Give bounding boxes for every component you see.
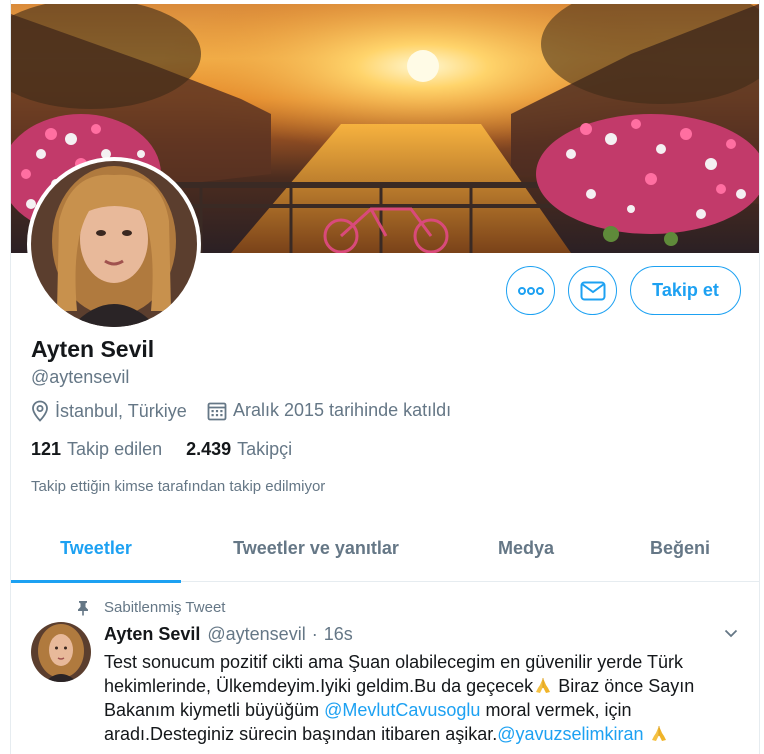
profile-handle: @aytensevil bbox=[31, 367, 130, 387]
tweet-header: Ayten Sevil @aytensevil · 16s bbox=[104, 624, 353, 645]
joined-text: Aralık 2015 tarihinde katıldı bbox=[233, 400, 452, 420]
message-button[interactable] bbox=[568, 266, 617, 315]
folded-hands-icon bbox=[536, 678, 551, 693]
followers-label: Takipçi bbox=[237, 439, 293, 459]
tab-likes[interactable]: Beğeni bbox=[601, 515, 759, 582]
tab-media[interactable]: Medya bbox=[451, 515, 601, 582]
tweet-author-avatar[interactable] bbox=[31, 622, 91, 682]
pinned-text: Sabitlenmiş Tweet bbox=[104, 599, 226, 616]
folded-hands-icon bbox=[651, 726, 666, 741]
profile-location: İstanbul, Türkiye bbox=[31, 400, 187, 422]
followers-link[interactable]: 2.439 Takipçi bbox=[186, 439, 292, 460]
profile-name: Ayten Sevil bbox=[31, 336, 155, 362]
follow-button[interactable]: Takip et bbox=[630, 266, 741, 315]
following-count: 121 bbox=[31, 439, 62, 459]
profile-avatar[interactable] bbox=[27, 157, 201, 331]
following-label: Takip edilen bbox=[67, 439, 163, 459]
mention-link[interactable]: @MevlutCavusoglu bbox=[324, 700, 480, 720]
profile-tabs: Tweetler Tweetler ve yanıtlar Medya Beğe… bbox=[11, 515, 759, 583]
calendar-icon bbox=[207, 402, 227, 420]
more-icon bbox=[517, 286, 544, 295]
tweet-text: Test sonucum pozitif cikti ama Şuan olab… bbox=[104, 650, 734, 746]
location-text: İstanbul, Türkiye bbox=[55, 400, 187, 421]
avatar-image bbox=[31, 161, 197, 327]
tweet-author-handle[interactable]: @aytensevil bbox=[207, 624, 305, 645]
tab-tweets[interactable]: Tweetler bbox=[11, 515, 181, 583]
followers-count: 2.439 bbox=[186, 439, 232, 459]
following-link[interactable]: 121 Takip edilen bbox=[31, 439, 162, 460]
tweet-separator: · bbox=[311, 624, 318, 644]
followers-you-know-notice: Takip ettiğin kimse tarafından takip edi… bbox=[31, 478, 326, 495]
profile-stats: 121 Takip edilen 2.439 Takipçi bbox=[31, 439, 316, 460]
more-options-button[interactable] bbox=[506, 266, 555, 315]
location-pin-icon bbox=[32, 400, 48, 422]
envelope-icon bbox=[580, 281, 605, 300]
tweet-options-button[interactable] bbox=[721, 624, 741, 642]
tweet-author-name[interactable]: Ayten Sevil bbox=[104, 624, 200, 645]
mention-link[interactable]: @yavuzselimkiran bbox=[497, 724, 643, 744]
pinned-tweet-label: Sabitlenmiş Tweet bbox=[76, 599, 225, 616]
profile-joined: Aralık 2015 tarihinde katıldı bbox=[207, 400, 451, 421]
chevron-down-icon bbox=[724, 629, 738, 637]
tab-tweets-and-replies[interactable]: Tweetler ve yanıtlar bbox=[181, 515, 451, 582]
pin-icon bbox=[78, 600, 88, 615]
tweet-timestamp[interactable]: 16s bbox=[324, 624, 353, 645]
